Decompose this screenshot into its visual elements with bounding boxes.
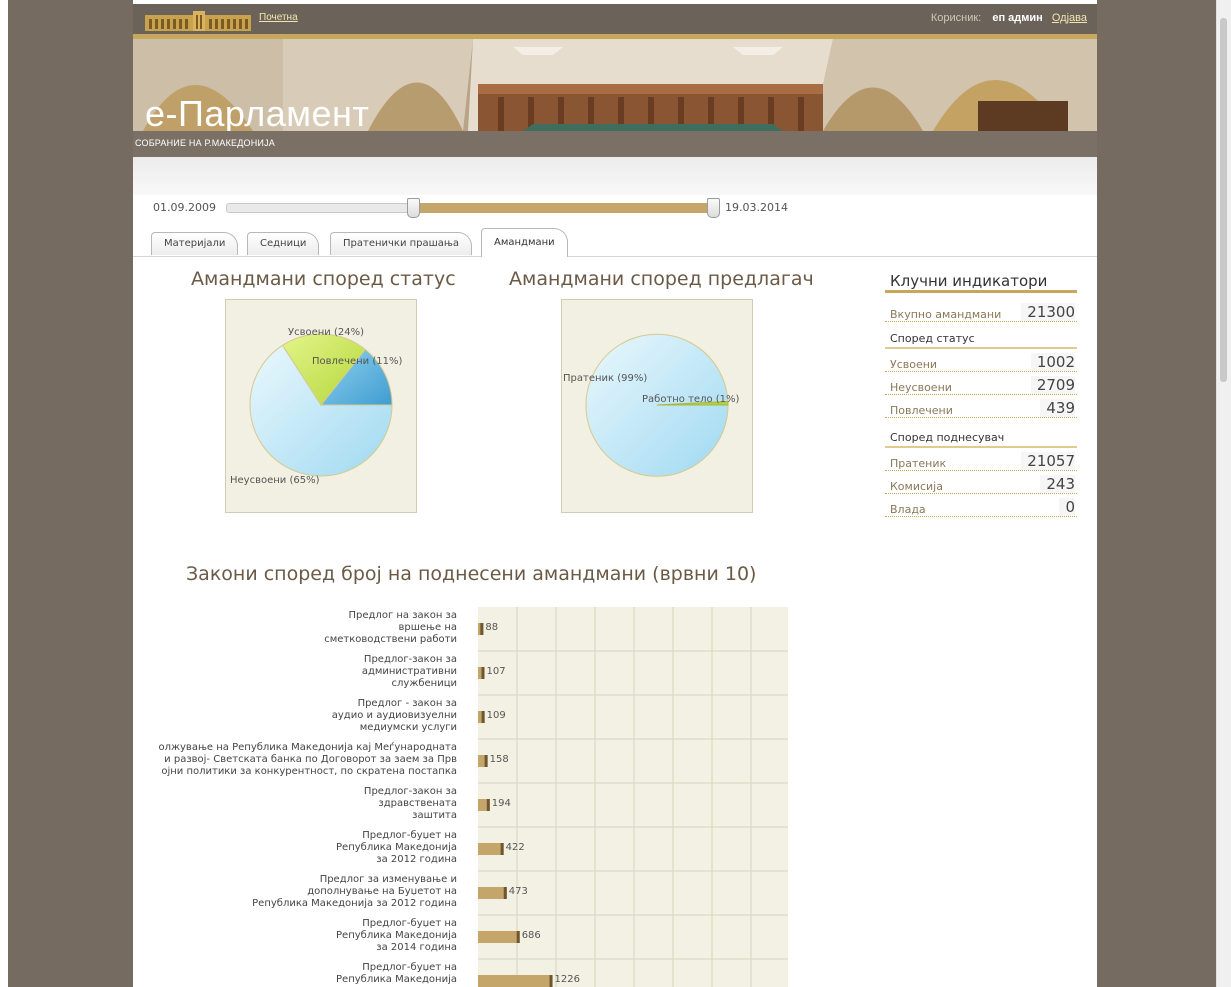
bar-category-label: Предлог за изменување и дополнување на Б… [252, 874, 457, 909]
pie-label-withdrawn: Повлечени (11%) [312, 356, 403, 367]
bar-category-label: Предлог на закон за вршење на сметководс… [324, 610, 457, 645]
site-title: е-Парламент [145, 93, 370, 131]
indicator-label: Влада [890, 503, 926, 516]
bar-mark-edge [500, 843, 504, 855]
pie-label-adopted: Усвоени (24%) [288, 327, 365, 338]
indicator-row: Комисија 243 [885, 472, 1077, 494]
user-name: еп админ [992, 12, 1043, 24]
vertical-scrollbar[interactable] [1216, 0, 1231, 987]
bar-mark-edge [481, 667, 485, 679]
bar-category-label: Предлог-буџет на Република Македонија [336, 962, 457, 985]
bar-mark-edge [484, 755, 488, 767]
user-label: Корисник: [930, 12, 982, 24]
tab-materials[interactable]: Материјали [151, 232, 239, 255]
bar-mark[interactable] [478, 887, 507, 899]
bar-value-label: 194 [491, 798, 511, 809]
bar-category-label: Предлог - закон за аудио и аудиовизуелни… [331, 698, 457, 733]
bar-value-label: 1226 [554, 974, 580, 985]
tab-mp-questions[interactable]: Пратенички прашања [330, 232, 473, 255]
proposer-chart-title: Амандмани според предлагач [509, 268, 814, 290]
bar-mark-edge [480, 623, 484, 635]
indicator-row: Повлечени 439 [885, 396, 1077, 418]
bar-mark-edge [486, 799, 490, 811]
laws-chart-title: Закони според број на поднесени амандман… [186, 563, 757, 585]
bar-category-label: Предлог-буџет на Република Македонија за… [336, 918, 457, 953]
indicator-row: Влада 0 [885, 495, 1077, 517]
site-subtitle: СОБРАНИЕ НА Р.МАКЕДОНИЈА [135, 138, 276, 148]
scrollbar-thumb[interactable] [1220, 18, 1227, 382]
header-gradient-band [133, 157, 1097, 195]
bar-category-label: Предлог-буџет на Република Македонија за… [336, 830, 457, 865]
bar-category-label: олжување на Република Македонија кај Меѓ… [158, 742, 457, 777]
bar-value-label: 109 [486, 710, 506, 721]
indicator-value: 0 [1059, 498, 1075, 516]
indicators-submitter-heading: Според поднесувач [890, 431, 1005, 444]
pie-label-not-adopted: Неусвоени (65%) [230, 475, 320, 486]
indicator-value: 21057 [1021, 452, 1075, 470]
indicator-label: Пратеник [890, 457, 947, 470]
indicator-value: 21300 [1021, 303, 1075, 321]
indicator-row: Усвоени 1002 [885, 350, 1077, 372]
indicator-label: Повлечени [890, 404, 953, 417]
pie-label-mp: Пратеник (99%) [563, 373, 648, 384]
status-chart-title: Амандмани според статус [191, 268, 456, 290]
indicators-title-underline [885, 290, 1077, 293]
page-container: Почетна Корисник: еп админ Одјава е-Парл… [133, 0, 1097, 987]
date-to-label: 19.03.2014 [725, 201, 788, 214]
bar-value-label: 422 [505, 842, 525, 853]
status-pie-chart: Усвоени (24%) Повлечени (11%) Неусвоени … [225, 299, 417, 513]
banner-image: е-Парламент [133, 39, 1097, 131]
bar-value-label: 473 [508, 886, 528, 897]
bar-mark-edge [503, 887, 507, 899]
slider-handle-end[interactable] [707, 198, 720, 218]
parliament-logo-icon[interactable] [145, 11, 251, 31]
home-link[interactable]: Почетна [259, 12, 298, 23]
date-range-selection [414, 203, 714, 213]
bar-category-label: Предлог-закон за здравствената заштита [363, 786, 457, 821]
indicators-submitter-underline [885, 446, 1077, 448]
bar-value-label: 107 [486, 666, 506, 677]
indicator-value: 243 [1040, 475, 1075, 493]
indicator-label: Комисија [890, 480, 943, 493]
bar-mark-edge [516, 931, 520, 943]
indicator-label: Усвоени [890, 358, 938, 371]
page-left-margin [0, 0, 8, 987]
indicator-label: Неусвоени [890, 381, 952, 394]
tab-sessions[interactable]: Седници [247, 232, 320, 255]
subtitle-bar [133, 131, 1097, 157]
indicator-value: 1002 [1030, 353, 1075, 371]
pie-label-working-body: Работно тело (1%) [642, 394, 740, 405]
indicator-row: Неусвоени 2709 [885, 373, 1077, 395]
indicator-value: 2709 [1030, 376, 1075, 394]
bar-value-label: 686 [521, 930, 541, 941]
indicator-label: Вкупно амандмани [890, 308, 1002, 321]
date-from-label: 01.09.2009 [153, 201, 216, 214]
slider-handle-start[interactable] [407, 198, 420, 218]
indicator-value: 439 [1040, 399, 1075, 417]
user-area: Корисник: еп админ Одјава [931, 12, 1087, 24]
proposer-pie-chart: Пратеник (99%) Работно тело (1%) [561, 299, 753, 513]
bar-mark[interactable] [478, 843, 504, 855]
bar-mark[interactable] [478, 931, 520, 943]
bar-mark[interactable] [478, 975, 553, 987]
indicator-total: Вкупно амандмани 21300 [885, 300, 1077, 322]
tab-amendments[interactable]: Амандмани [481, 228, 568, 257]
indicators-title: Клучни индикатори [890, 272, 1048, 290]
bar-category-label: Предлог-закон за административни службен… [361, 654, 457, 689]
indicator-row: Пратеник 21057 [885, 449, 1077, 471]
logout-link[interactable]: Одјава [1052, 12, 1087, 24]
indicators-status-underline [885, 347, 1077, 349]
top-bar: Почетна Корисник: еп админ Одјава [133, 4, 1097, 34]
tabs-divider [133, 256, 1097, 257]
bar-mark-edge [549, 975, 553, 987]
bar-value-label: 88 [485, 622, 499, 633]
indicators-status-heading: Според статус [890, 332, 975, 345]
bar-value-label: 158 [489, 754, 509, 765]
bar-mark-edge [481, 711, 485, 723]
